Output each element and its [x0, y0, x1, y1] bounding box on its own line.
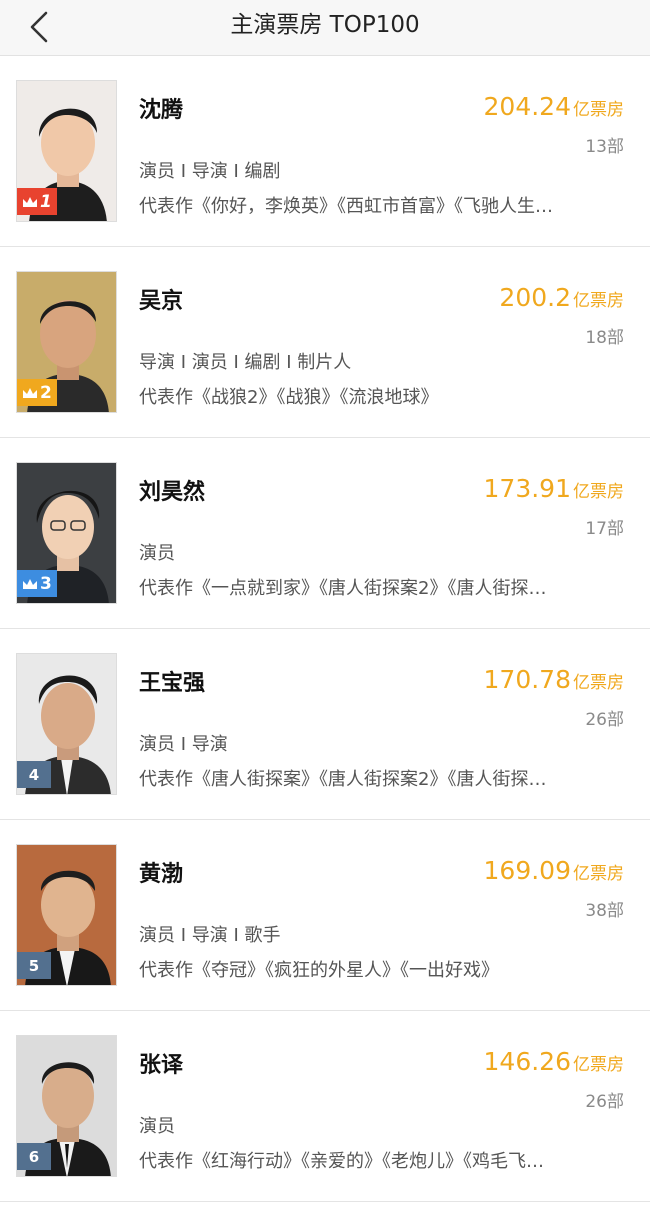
- film-count: 17部: [585, 519, 624, 539]
- actor-roles: 演员: [139, 1116, 175, 1137]
- film-count: 26部: [585, 710, 624, 730]
- page-title: 主演票房 TOP100: [230, 12, 420, 38]
- box-office: 146.26 亿票房: [484, 1047, 624, 1076]
- actor-name: 王宝强: [139, 671, 206, 696]
- actor-row-4[interactable]: 4 王宝强 170.78 亿票房 26部 演员 I 导演 代表作《唐人街探案》《唐…: [0, 629, 650, 820]
- box-office-unit: 亿票房: [573, 864, 624, 884]
- film-count: 18部: [585, 328, 624, 348]
- box-office: 200.2 亿票房: [499, 283, 624, 312]
- actor-roles: 演员 I 导演 I 歌手: [139, 925, 281, 946]
- rank-badge: 2: [17, 379, 57, 406]
- rank-badge: 3: [17, 570, 57, 597]
- representative-works: 代表作《战狼2》《战狼》《流浪地球》: [139, 387, 439, 408]
- rank-badge: 4: [17, 761, 51, 788]
- crown-icon: [23, 387, 37, 398]
- box-office-unit: 亿票房: [573, 100, 624, 120]
- representative-works: 代表作《夺冠》《疯狂的外星人》《一出好戏》: [139, 960, 499, 981]
- actor-row-1[interactable]: 1 沈腾 204.24 亿票房 13部 演员 I 导演 I 编剧 代表作《你好，李…: [0, 56, 650, 247]
- rank-number: 3: [40, 573, 52, 594]
- box-office-value: 169.09: [483, 856, 571, 885]
- crown-icon: [23, 578, 37, 589]
- film-count: 38部: [585, 901, 624, 921]
- actor-name: 刘昊然: [139, 480, 206, 505]
- actor-photo: 2: [16, 271, 117, 413]
- actor-row-3[interactable]: 3 刘昊然 173.91 亿票房 17部 演员 代表作《一点就到家》《唐人街探案2…: [0, 438, 650, 629]
- actor-roles: 演员 I 导演: [139, 734, 228, 755]
- actor-photo: 6: [16, 1035, 117, 1177]
- rank-number: 4: [28, 765, 40, 784]
- box-office-value: 204.24: [483, 92, 571, 121]
- representative-works: 代表作《你好，李焕英》《西虹市首富》《飞驰人生…: [139, 196, 553, 217]
- actor-name: 黄渤: [139, 862, 184, 887]
- box-office-value: 200.2: [499, 283, 571, 312]
- box-office-unit: 亿票房: [573, 673, 624, 693]
- top-nav-bar: 主演票房 TOP100: [0, 0, 650, 56]
- actor-photo: 5: [16, 844, 117, 986]
- film-count: 13部: [585, 137, 624, 157]
- box-office: 204.24 亿票房: [484, 92, 624, 121]
- representative-works: 代表作《一点就到家》《唐人街探案2》《唐人街探…: [139, 578, 547, 599]
- actor-name: 吴京: [139, 289, 184, 314]
- rank-number: 6: [28, 1147, 40, 1166]
- actor-photo: 1: [16, 80, 117, 222]
- actor-photo: 4: [16, 653, 117, 795]
- box-office-value: 173.91: [483, 474, 571, 503]
- actor-name: 沈腾: [139, 98, 184, 123]
- rank-badge: 5: [17, 952, 51, 979]
- actor-roles: 演员: [139, 543, 175, 564]
- box-office: 169.09 亿票房: [484, 856, 624, 885]
- actor-row-5[interactable]: 5 黄渤 169.09 亿票房 38部 演员 I 导演 I 歌手 代表作《夺冠》《…: [0, 820, 650, 1011]
- box-office-unit: 亿票房: [573, 291, 624, 311]
- actor-name: 张译: [139, 1053, 184, 1078]
- actor-row-2[interactable]: 2 吴京 200.2 亿票房 18部 导演 I 演员 I 编剧 I 制片人 代表作…: [0, 247, 650, 438]
- box-office-unit: 亿票房: [573, 482, 624, 502]
- box-office-unit: 亿票房: [573, 1055, 624, 1075]
- rank-number: 5: [28, 956, 40, 975]
- box-office-value: 170.78: [483, 665, 571, 694]
- representative-works: 代表作《红海行动》《亲爱的》《老炮儿》《鸡毛飞…: [139, 1151, 544, 1172]
- actor-photo: 3: [16, 462, 117, 604]
- rank-badge: 1: [17, 188, 57, 215]
- rank-number: 2: [40, 382, 52, 403]
- box-office: 170.78 亿票房: [484, 665, 624, 694]
- actor-roles: 导演 I 演员 I 编剧 I 制片人: [139, 352, 352, 373]
- box-office: 173.91 亿票房: [484, 474, 624, 503]
- film-count: 26部: [585, 1092, 624, 1112]
- representative-works: 代表作《唐人街探案》《唐人街探案2》《唐人街探…: [139, 769, 547, 790]
- crown-icon: [23, 196, 37, 207]
- actor-roles: 演员 I 导演 I 编剧: [139, 161, 281, 182]
- rank-badge: 6: [17, 1143, 51, 1170]
- rank-number: 1: [40, 191, 52, 212]
- box-office-value: 146.26: [483, 1047, 571, 1076]
- actor-list: 1 沈腾 204.24 亿票房 13部 演员 I 导演 I 编剧 代表作《你好，李…: [0, 56, 650, 1202]
- actor-row-6[interactable]: 6 张译 146.26 亿票房 26部 演员 代表作《红海行动》《亲爱的》《老炮儿…: [0, 1011, 650, 1202]
